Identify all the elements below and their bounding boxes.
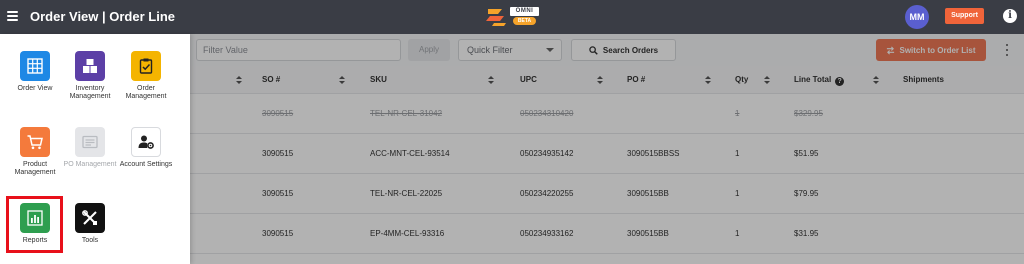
- support-button[interactable]: Support: [945, 8, 984, 24]
- clipboard-check-icon: [131, 51, 161, 81]
- reports-highlight-box: [6, 196, 63, 253]
- menu-backdrop[interactable]: [190, 34, 1024, 264]
- menu-item-label: Order Management: [125, 85, 167, 100]
- menu-item-po-management[interactable]: PO Management: [62, 127, 118, 169]
- hamburger-menu-icon[interactable]: [7, 11, 18, 21]
- menu-item-order-management[interactable]: Order Management: [118, 51, 174, 101]
- menu-item-label: Order View: [17, 85, 53, 92]
- user-gear-icon: [131, 127, 161, 157]
- menu-item-label: Product Management: [14, 161, 56, 176]
- menu-item-product-management[interactable]: Product Management: [7, 127, 63, 177]
- omni-logo: OMNI BETA: [484, 5, 540, 29]
- logo-wordmark: OMNI: [510, 7, 539, 16]
- page-title: Order View | Order Line: [30, 9, 175, 24]
- info-icon[interactable]: i: [1003, 9, 1017, 23]
- user-avatar[interactable]: MM: [905, 5, 929, 29]
- cart-icon: [20, 127, 50, 157]
- menu-item-label: Tools: [81, 237, 99, 244]
- app-menu-drawer: Order View Inventory Management Order Ma…: [0, 34, 190, 264]
- boxes-icon: [75, 51, 105, 81]
- receipt-icon: [75, 127, 105, 157]
- top-bar: Order View | Order Line OMNI BETA MM Sup…: [0, 0, 1024, 34]
- logo-mark-icon: [486, 9, 506, 26]
- menu-item-label: Account Settings: [119, 161, 173, 168]
- menu-item-account-settings[interactable]: Account Settings: [118, 127, 174, 169]
- beta-badge: BETA: [513, 17, 536, 25]
- grid-table-icon: [20, 51, 50, 81]
- menu-item-label: Inventory Management: [69, 85, 111, 100]
- tools-icon: [75, 203, 105, 233]
- menu-item-label: PO Management: [63, 161, 117, 168]
- menu-item-order-view[interactable]: Order View: [7, 51, 63, 93]
- menu-item-inventory-management[interactable]: Inventory Management: [62, 51, 118, 101]
- menu-item-tools[interactable]: Tools: [62, 203, 118, 245]
